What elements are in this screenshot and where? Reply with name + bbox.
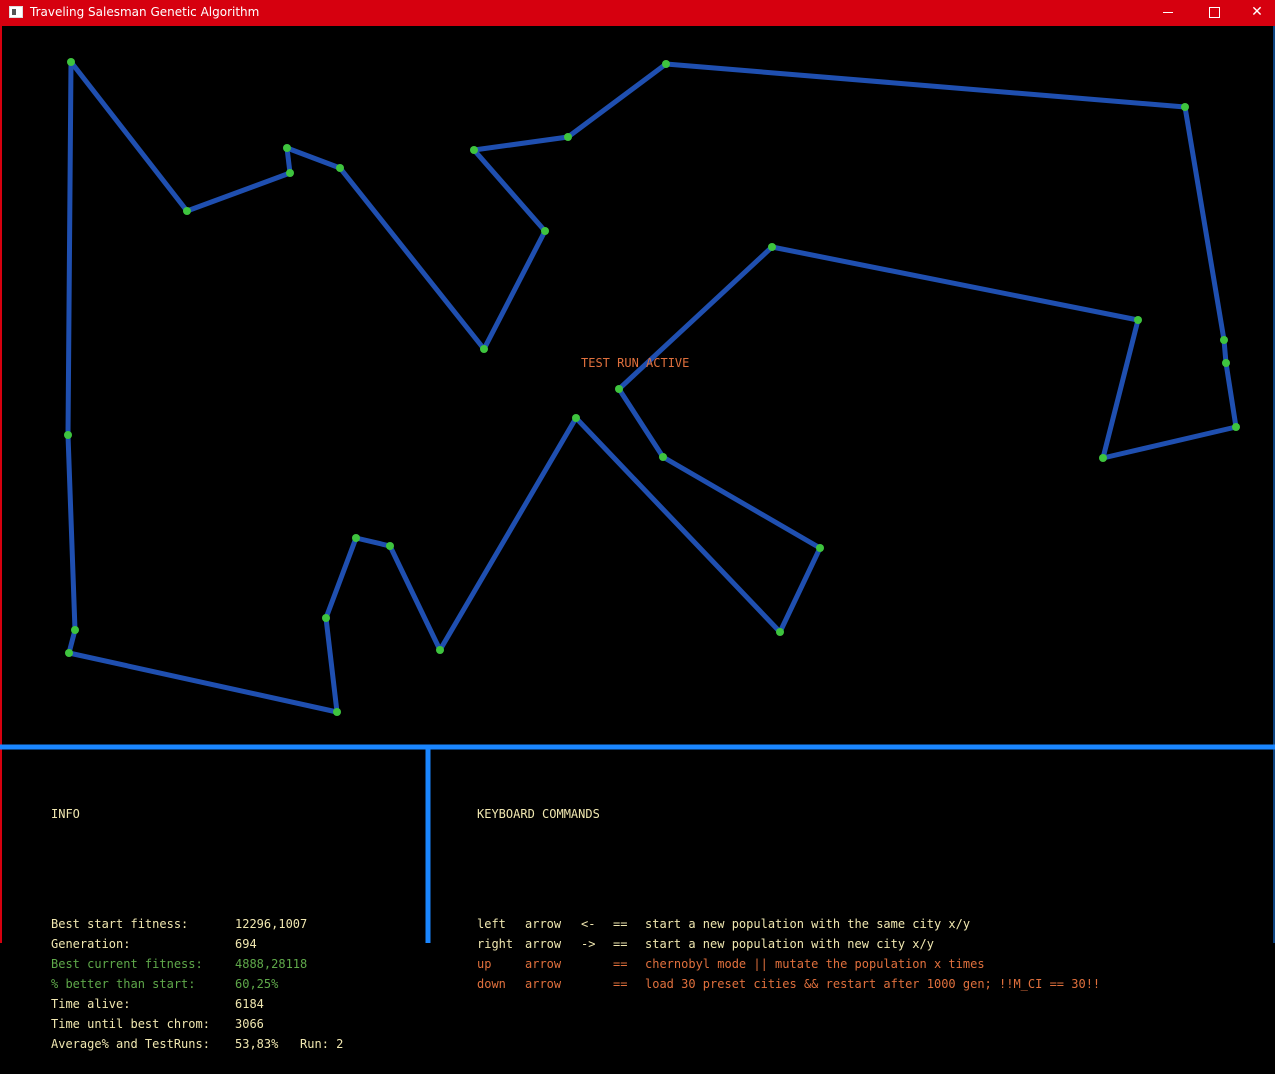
city-point [1222, 359, 1230, 367]
key-name: left [477, 917, 506, 931]
info-panel: INFO Best start fitness: 12296,1007 Genera… [51, 764, 343, 1074]
key-word: arrow [525, 977, 562, 991]
city-point [333, 708, 341, 716]
minimize-icon [1163, 11, 1173, 13]
keyboard-commands-panel: KEYBOARD COMMANDS left arrow <- == start a n… [477, 764, 1100, 1014]
info-row: Generation: 694 [51, 934, 343, 954]
maximize-icon [1208, 6, 1220, 18]
info-row: Average% and TestRuns: 53,83% Run: 2 [51, 1034, 343, 1054]
city-point [480, 345, 488, 353]
city-point [776, 628, 784, 636]
info-label: % better than start: [51, 977, 196, 991]
city-point [286, 169, 294, 177]
info-label: Best start fitness: [51, 917, 189, 931]
city-point [283, 144, 291, 152]
city-point [659, 453, 667, 461]
city-point [71, 626, 79, 634]
key-description: start a new population with new city x/y [645, 937, 934, 951]
city-point [1134, 316, 1142, 324]
city-point [64, 431, 72, 439]
city-point [386, 542, 394, 550]
key-description: load 30 preset cities && restart after 1… [645, 977, 1101, 991]
info-value: 6184 [235, 997, 264, 1011]
close-icon: ✕ [1251, 4, 1263, 20]
info-row: Best start fitness: 12296,1007 [51, 914, 343, 934]
city-point [1220, 336, 1228, 344]
city-point [336, 164, 344, 172]
city-point [65, 649, 73, 657]
key-description: start a new population with the same cit… [645, 917, 971, 931]
info-row: Time until best chrom: 3066 [51, 1014, 343, 1034]
city-point [662, 60, 670, 68]
city-point [322, 614, 330, 622]
info-label: Best current fitness: [51, 957, 203, 971]
maximize-button[interactable] [1191, 0, 1237, 26]
minimize-button[interactable] [1145, 0, 1191, 26]
city-point [615, 385, 623, 393]
key-symbol: <- [581, 917, 596, 931]
info-value: 4888,28118 [235, 957, 308, 971]
key-equals: == [613, 937, 628, 951]
city-point [1099, 454, 1107, 462]
info-label: Average% and TestRuns: [51, 1037, 210, 1051]
info-rows: Best start fitness: 12296,1007 Generation:… [51, 914, 343, 1054]
city-point [183, 207, 191, 215]
key-name: up [477, 957, 492, 971]
info-row: % better than start: 60,25% [51, 974, 343, 994]
test-run-status: TEST RUN ACTIVE [581, 356, 690, 370]
city-point [572, 414, 580, 422]
city-point [470, 146, 478, 154]
info-value: 3066 [235, 1017, 264, 1031]
info-label: Time until best chrom: [51, 1017, 210, 1031]
key-name: right [477, 937, 514, 951]
info-heading: INFO [51, 807, 80, 821]
route-layer [65, 59, 1239, 715]
close-button[interactable]: ✕ [1234, 0, 1275, 26]
city-point [564, 133, 572, 141]
city-point [541, 227, 549, 235]
key-symbol: -> [581, 937, 596, 951]
keyboard-rows: left arrow <- == start a new population with… [477, 914, 1100, 994]
city-point [1232, 423, 1240, 431]
city-point [436, 646, 444, 654]
key-word: arrow [525, 917, 562, 931]
info-value: 12296,1007 [235, 917, 308, 931]
key-word: arrow [525, 937, 562, 951]
window-title: Traveling Salesman Genetic Algorithm [30, 5, 260, 19]
info-value: 60,25% [235, 977, 279, 991]
city-point [352, 534, 360, 542]
keyboard-heading: KEYBOARD COMMANDS [477, 807, 600, 821]
info-label: Generation: [51, 937, 131, 951]
key-word: arrow [525, 957, 562, 971]
city-point [1181, 103, 1189, 111]
key-name: down [477, 977, 506, 991]
info-row: Time alive: 6184 [51, 994, 343, 1014]
key-description: chernobyl mode || mutate the population … [645, 957, 985, 971]
keyboard-row-left: left arrow <- == start a new population with… [477, 914, 1100, 934]
best-route-path [65, 59, 1239, 715]
info-label: Time alive: [51, 997, 131, 1011]
app-icon [9, 6, 23, 18]
city-point [816, 544, 824, 552]
info-value: 694 [235, 937, 257, 951]
title-bar: Traveling Salesman Genetic Algorithm ✕ [0, 0, 1275, 26]
keyboard-row-right: right arrow -> == start a new population wit… [477, 934, 1100, 954]
key-equals: == [613, 957, 628, 971]
city-layer [64, 58, 1240, 716]
city-point [67, 58, 75, 66]
keyboard-row-down: down arrow == load 30 preset cities && rest… [477, 974, 1100, 994]
key-equals: == [613, 917, 628, 931]
keyboard-row-up: up arrow == chernobyl mode || mutate the po… [477, 954, 1100, 974]
city-point [768, 243, 776, 251]
info-row: Best current fitness: 4888,28118 [51, 954, 343, 974]
info-value: 53,83% Run: 2 [235, 1037, 344, 1051]
key-equals: == [613, 977, 628, 991]
